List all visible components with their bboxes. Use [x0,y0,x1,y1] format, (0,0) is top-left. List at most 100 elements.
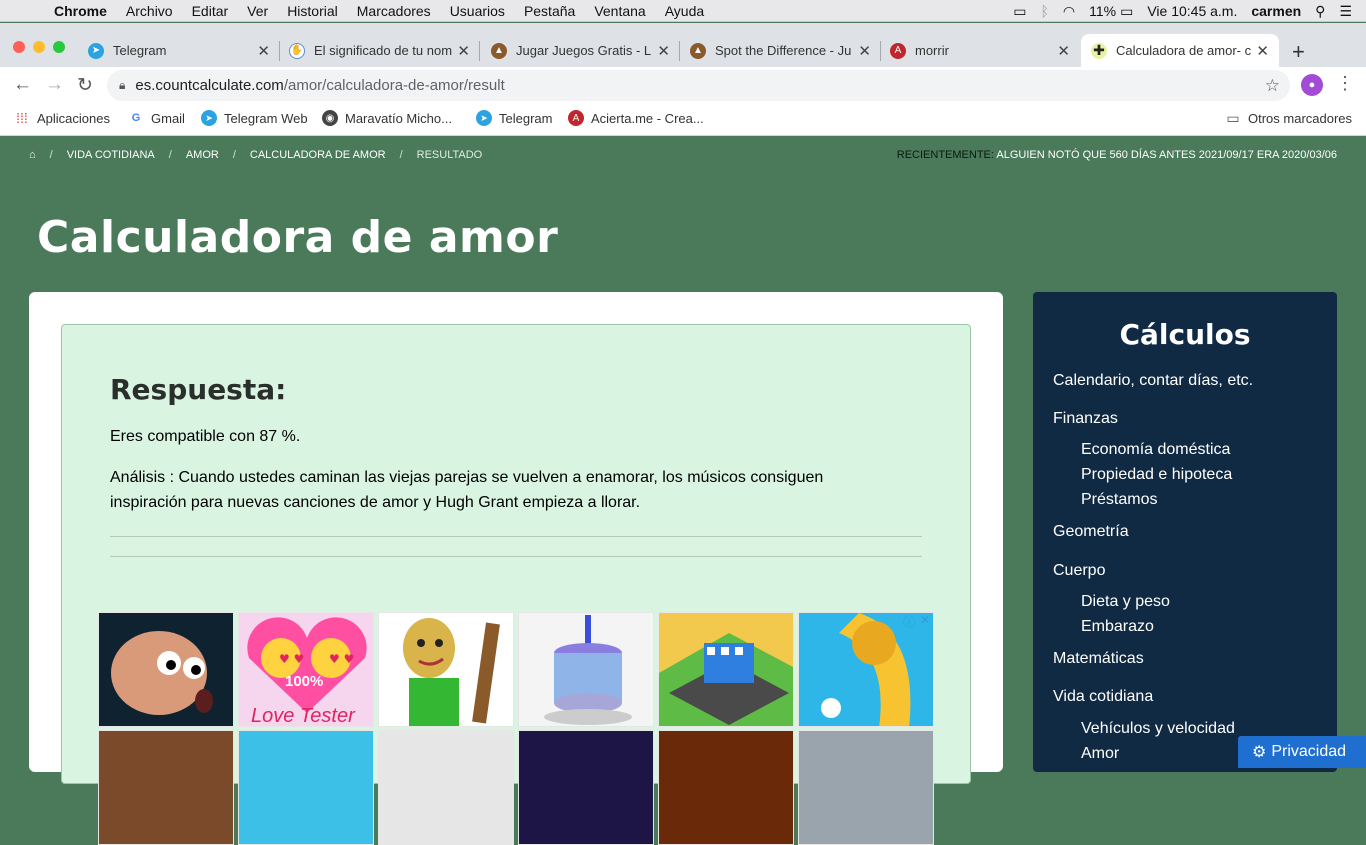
menu-historial[interactable]: Historial [287,3,338,19]
menu-ver[interactable]: Ver [247,3,268,19]
telegram-icon: ➤ [201,110,217,126]
tab-label: Calculadora de amor- c [1116,43,1251,58]
spotlight-search-icon[interactable]: ⚲ [1315,3,1325,20]
sidebar-item-cuerpo[interactable]: Cuerpo [1053,562,1105,580]
ad-info-icon[interactable]: ⓘ [903,613,915,630]
breadcrumb-amor[interactable]: AMOR [186,149,219,161]
menu-ayuda[interactable]: Ayuda [665,3,704,19]
profile-avatar[interactable]: ● [1301,74,1323,96]
apps-grid-icon: ⁞⁞⁞ [16,110,28,126]
menu-marcadores[interactable]: Marcadores [357,3,431,19]
sidebar-item-matematicas[interactable]: Matemáticas [1053,650,1144,668]
sidebar-calculos: Cálculos Calendario, contar días, etc. F… [1033,292,1337,772]
bookmark-telegram[interactable]: ➤ Telegram [476,110,552,126]
ad-tile-love-tester[interactable]: ♥ ♥ ♥ ♥ 100% Love Tester [238,612,374,727]
divider [110,536,922,537]
forward-icon[interactable]: → [45,74,64,96]
tab-calculadora-de-amor[interactable]: ✚ Calculadora de amor- c ✕ [1081,34,1279,67]
bookmark-acierta[interactable]: A Acierta.me - Crea... [568,110,704,126]
new-tab-icon[interactable]: + [1292,39,1305,65]
close-tab-icon[interactable]: ✕ [1256,42,1269,60]
tab-jugar-juegos[interactable]: ▲ Jugar Juegos Gratis - L ✕ [491,34,674,67]
tab-telegram[interactable]: ➤ Telegram ✕ [88,34,274,67]
bookmark-maravatio[interactable]: ◉ Maravatío Micho... [322,110,452,126]
minimize-window-icon[interactable] [33,41,45,53]
lock-icon[interactable]: 🔒︎ [119,78,125,93]
back-icon[interactable]: ← [13,74,32,96]
sidebar-item-vida-cotidiana[interactable]: Vida cotidiana [1053,688,1153,706]
menu-ventana[interactable]: Ventana [594,3,645,19]
close-tab-icon[interactable]: ✕ [1057,42,1070,60]
tab-spot-the-difference[interactable]: ▲ Spot the Difference - Ju ✕ [690,34,875,67]
airplay-icon[interactable]: ▭ [1013,3,1026,20]
zoom-window-icon[interactable] [53,41,65,53]
tab-separator [679,41,680,61]
compatibility-text: Eres compatible con 87 %. [110,428,301,445]
ad-tile-row2-5[interactable] [658,730,794,845]
ad-tile-row2-6[interactable] [798,730,934,845]
bookmark-gmail[interactable]: G Gmail [128,110,185,126]
love-tester-percent: 100% [285,673,324,690]
sidebar-item-propiedad-hipoteca[interactable]: Propiedad e hipoteca [1081,466,1232,484]
tab-separator [880,41,881,61]
ad-tile-stack[interactable] [518,612,654,727]
reload-icon[interactable]: ↻ [77,74,93,97]
close-window-icon[interactable] [13,41,25,53]
sidebar-item-finanzas[interactable]: Finanzas [1053,410,1118,428]
recent-label: RECIENTEMENTE: [896,149,994,161]
menu-usuarios[interactable]: Usuarios [450,3,505,19]
battery-percent[interactable]: 11% [1089,3,1116,19]
sidebar-item-prestamos[interactable]: Préstamos [1081,491,1157,509]
sidebar-item-amor[interactable]: Amor [1081,745,1119,763]
privacy-button[interactable]: ⚙ Privacidad [1238,736,1366,768]
ad-tile-row2-3[interactable] [378,730,514,845]
ad-tile-row2-1[interactable] [98,730,234,845]
menu-archivo[interactable]: Archivo [126,3,173,19]
breadcrumb-vida-cotidiana[interactable]: VIDA COTIDIANA [67,149,155,161]
clock[interactable]: Vie 10:45 a.m. [1147,3,1237,19]
menu-chrome[interactable]: Chrome [54,3,107,19]
ad-tile-row2-2[interactable] [238,730,374,845]
ad-tile-baldi[interactable] [378,612,514,727]
user-name[interactable]: carmen [1251,3,1301,19]
bookmark-aplicaciones[interactable]: ⁞⁞⁞ Aplicaciones [14,110,110,126]
globe-icon: ◉ [322,110,338,126]
sidebar-item-vehiculos-velocidad[interactable]: Vehículos y velocidad [1081,720,1235,738]
bluetooth-icon[interactable]: ᛒ [1040,3,1048,19]
ad-tile-roll[interactable]: ⓘ ✕ [798,612,934,727]
recent-text[interactable]: ALGUIEN NOTÓ QUE 560 DÍAS ANTES 2021/09/… [996,149,1337,161]
cartoon-face-image [111,631,213,715]
ad-tile-face-game[interactable] [98,612,234,727]
bookmark-star-icon[interactable]: ☆ [1265,76,1280,96]
window-controls [13,41,65,53]
plus-icon: ✚ [1091,42,1107,59]
sidebar-item-embarazo[interactable]: Embarazo [1081,618,1154,636]
figure-icon: ▲ [690,42,706,59]
bookmark-otros-marcadores[interactable]: ▭ Otros marcadores [1225,110,1352,126]
tab-separator [479,41,480,61]
menu-editar[interactable]: Editar [192,3,229,19]
sidebar-item-geometria[interactable]: Geometría [1053,523,1129,541]
sidebar-item-calendario[interactable]: Calendario, contar días, etc. [1053,372,1253,390]
sidebar-item-economia-domestica[interactable]: Economía doméstica [1081,441,1230,459]
battery-icon[interactable]: ▭ [1120,3,1133,20]
ad-tile-city[interactable] [658,612,794,727]
bookmark-telegram-web[interactable]: ➤ Telegram Web [201,110,308,126]
home-icon[interactable]: ⌂ [29,149,36,161]
close-tab-icon[interactable]: ✕ [257,42,270,60]
control-center-icon[interactable]: ☰ [1339,3,1352,20]
ad-close-icon[interactable]: ✕ [920,613,930,627]
chrome-menu-icon[interactable]: ⋮ [1336,73,1354,94]
breadcrumb-calculadora[interactable]: CALCULADORA DE AMOR [250,149,386,161]
close-tab-icon[interactable]: ✕ [858,42,871,60]
tab-morrir[interactable]: A morrir ✕ [890,34,1074,67]
tab-significado[interactable]: ✋ El significado de tu nom ✕ [289,34,474,67]
close-tab-icon[interactable]: ✕ [657,42,670,60]
wifi-icon[interactable]: ◠ [1063,3,1075,20]
menu-pestana[interactable]: Pestaña [524,3,575,19]
sidebar-item-dieta-peso[interactable]: Dieta y peso [1081,593,1170,611]
ad-tile-row2-4[interactable] [518,730,654,845]
breadcrumb-separator: / [399,149,403,161]
address-bar[interactable]: 🔒︎ es.countcalculate.com /amor/calculado… [107,70,1290,101]
close-tab-icon[interactable]: ✕ [457,42,470,60]
